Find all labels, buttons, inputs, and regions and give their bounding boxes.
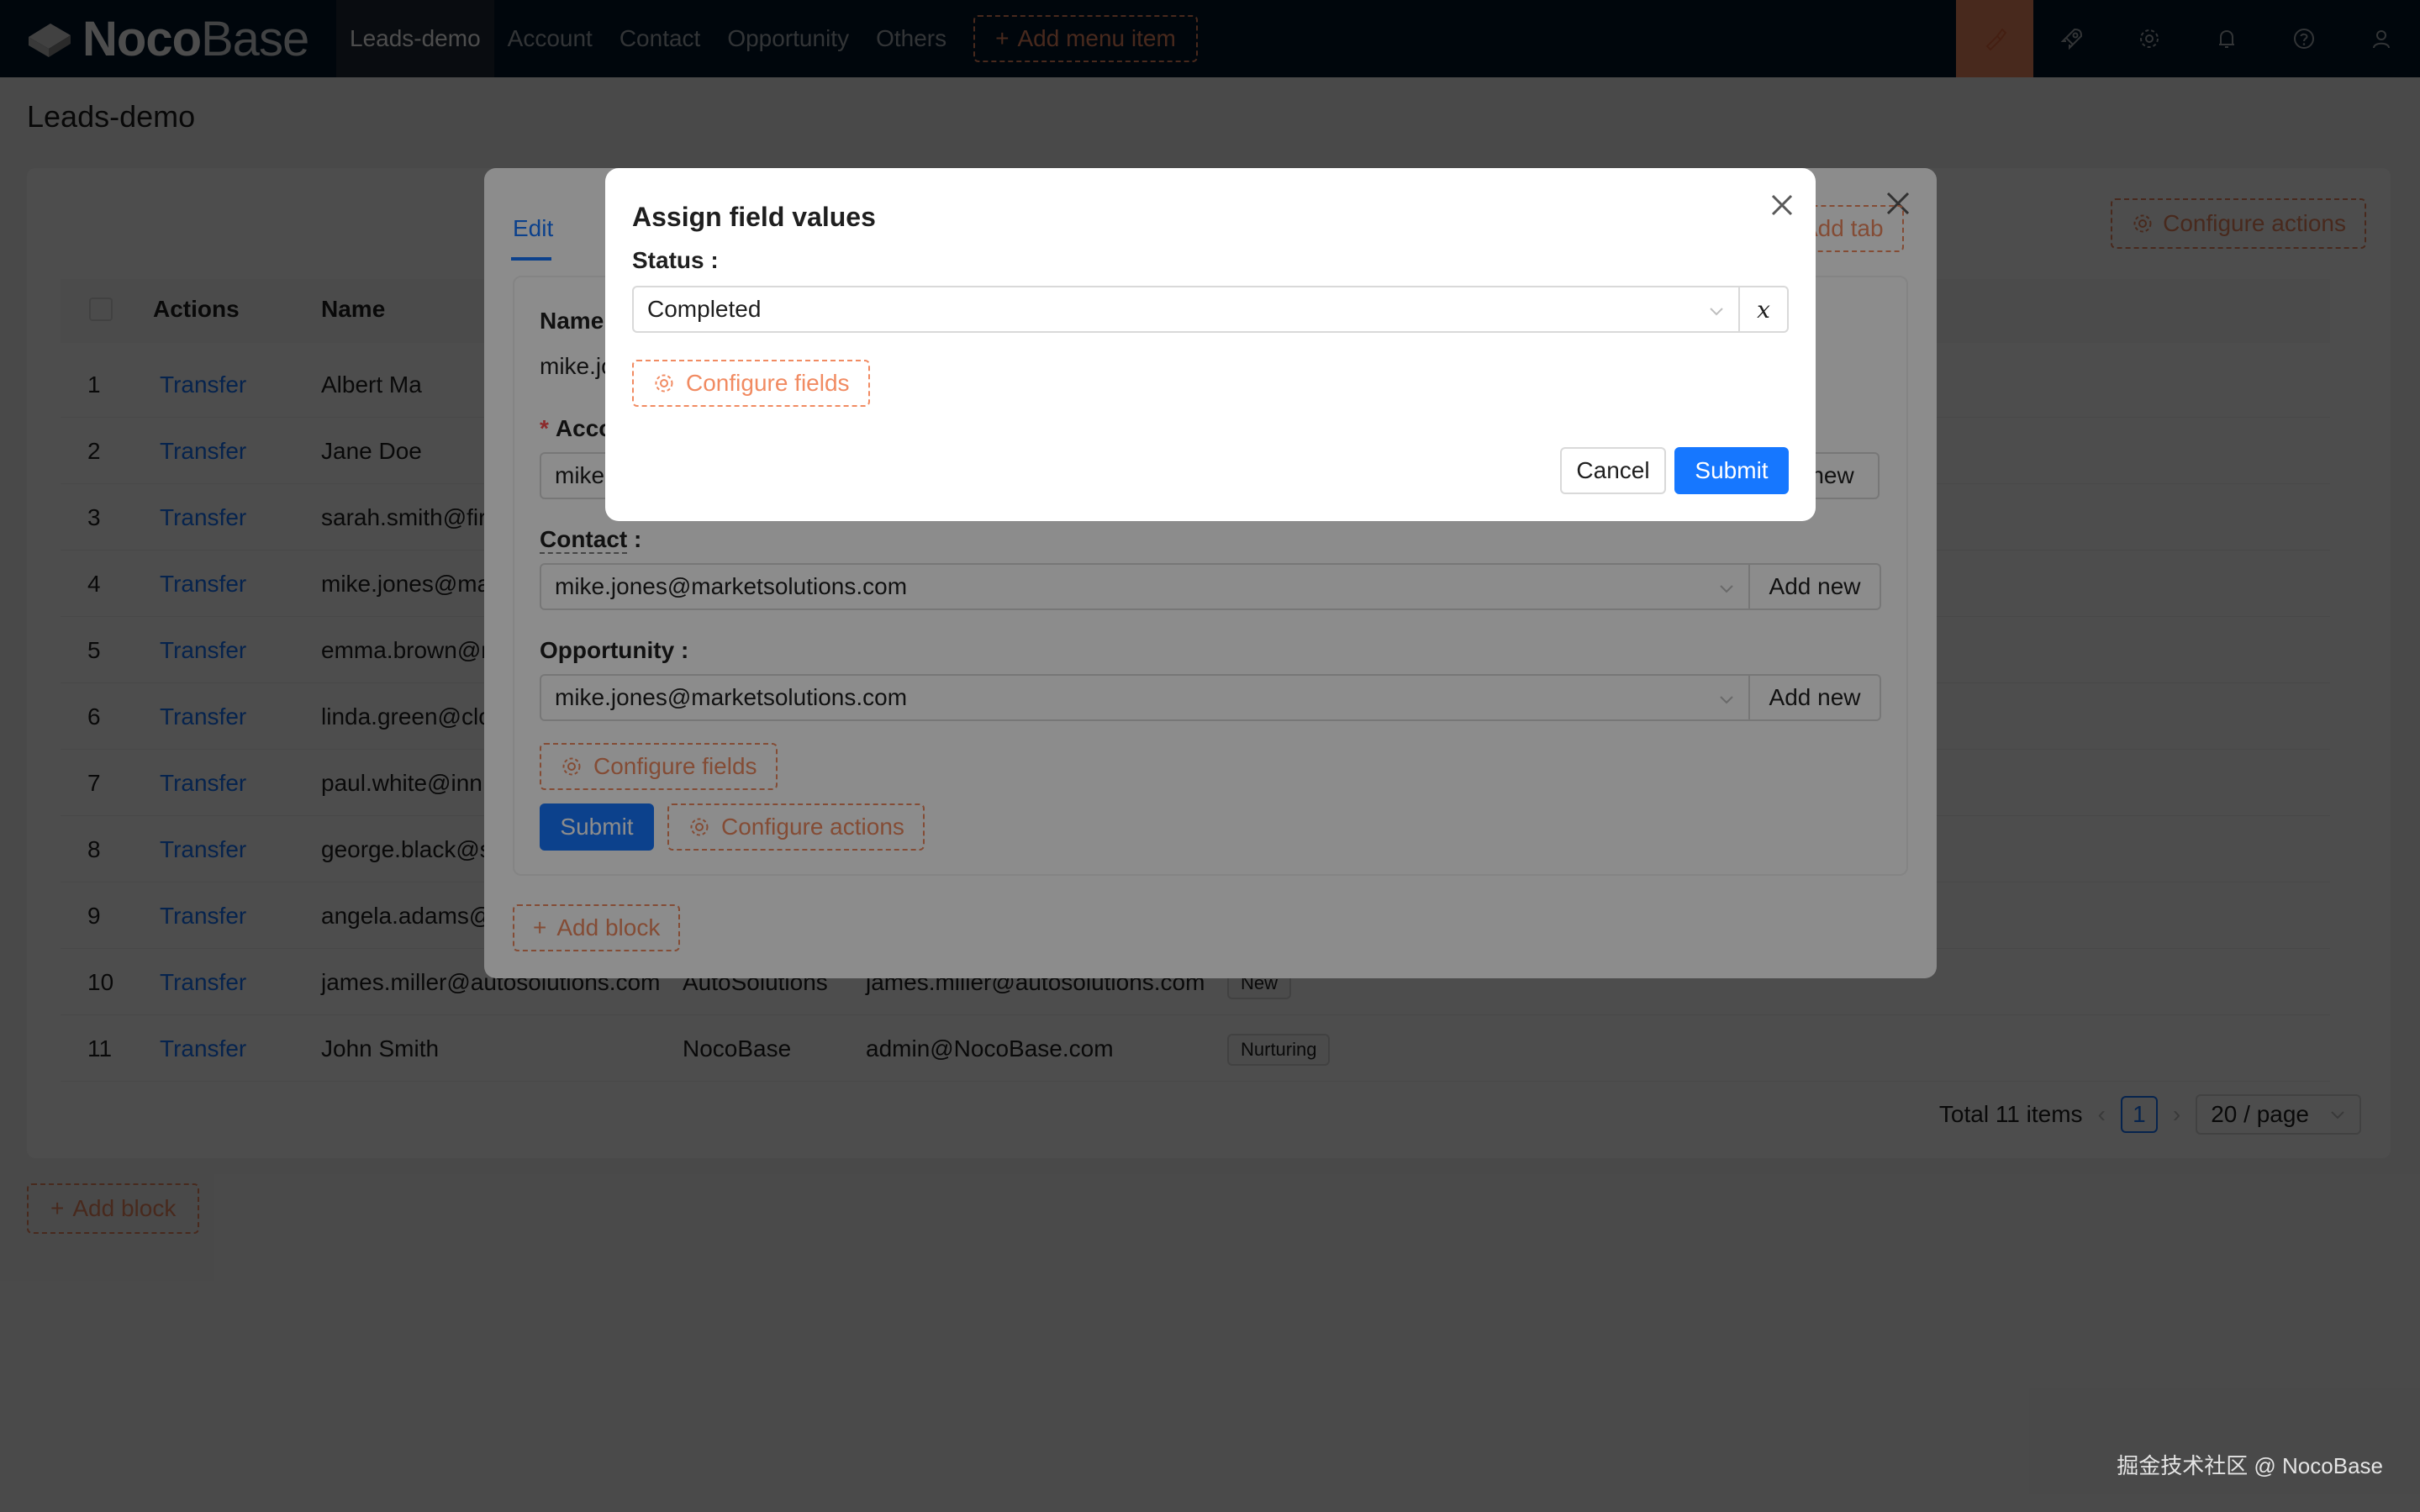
variable-input-button[interactable]: x: [1738, 286, 1789, 333]
configure-fields-label: Configure fields: [686, 370, 850, 396]
modal-cancel-button[interactable]: Cancel: [1560, 447, 1666, 494]
watermark: 掘金技术社区 @ NocoBase: [2117, 1453, 2383, 1478]
field-label-status: Status :: [632, 247, 719, 273]
status-value: Completed: [647, 296, 762, 322]
close-icon[interactable]: [1765, 188, 1799, 222]
modal-title: Assign field values: [632, 202, 876, 232]
modal-submit-button[interactable]: Submit: [1674, 447, 1789, 494]
gear-icon: [655, 374, 673, 392]
status-select[interactable]: Completed: [632, 286, 1740, 333]
chevron-down-icon: [1710, 308, 1723, 316]
modal-configure-fields-button[interactable]: Configure fields: [632, 360, 870, 407]
